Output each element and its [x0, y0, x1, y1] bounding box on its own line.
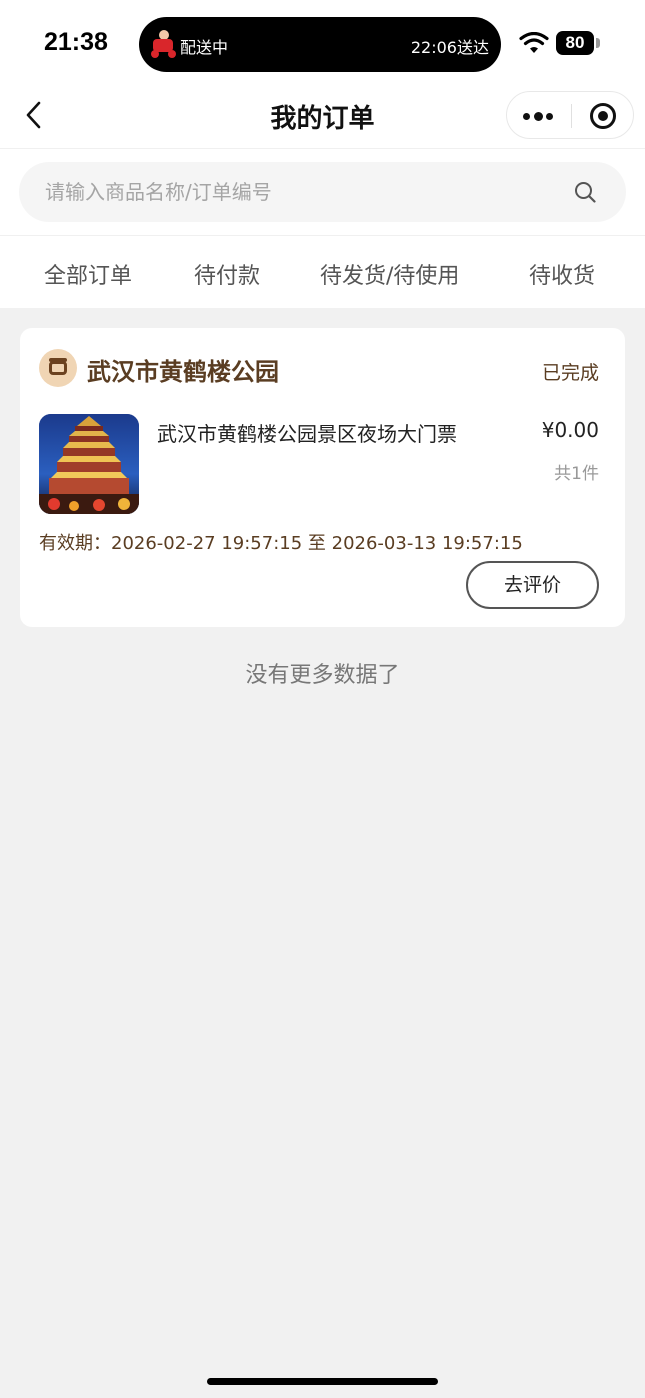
order-status-badge: 已完成	[541, 362, 599, 384]
product-thumbnail[interactable]	[39, 414, 139, 514]
order-card[interactable]: 武汉市黄鹤楼公园 已完成 武汉市黄鹤楼公园景区夜场大门票 ¥0.00 共1件 有…	[20, 328, 625, 627]
product-quantity: 共1件	[554, 464, 599, 484]
product-title[interactable]: 武汉市黄鹤楼公园景区夜场大门票	[157, 418, 457, 447]
delivery-eta-label: 22:06送达	[410, 38, 489, 57]
review-button[interactable]: 去评价	[466, 561, 599, 609]
live-activity-island[interactable]: 配送中 22:06送达	[139, 17, 501, 72]
no-more-data-text: 没有更多数据了	[245, 663, 400, 688]
tab-all-orders[interactable]: 全部订单	[44, 258, 132, 290]
status-bar: 21:38 配送中 22:06送达 80	[0, 0, 645, 86]
product-price: ¥0.00	[541, 418, 599, 442]
tab-pending-receipt[interactable]: 待收货	[529, 258, 595, 290]
validity-period: 有效期：2026-02-27 19:57:15 至 2026-03-13 19:…	[39, 533, 523, 554]
tab-pending-shipment[interactable]: 待发货/待使用	[320, 258, 459, 290]
shop-icon	[39, 349, 77, 387]
close-miniprogram-icon[interactable]	[590, 103, 616, 129]
tab-pending-payment[interactable]: 待付款	[194, 258, 260, 290]
status-time: 21:38	[44, 28, 108, 56]
search-input[interactable]	[45, 162, 565, 222]
search-section	[0, 148, 645, 236]
battery-cap	[596, 38, 600, 48]
delivery-rider-icon	[151, 30, 177, 58]
search-bar[interactable]	[19, 162, 626, 222]
yellow-crane-tower-image	[39, 414, 139, 514]
home-indicator[interactable]	[207, 1378, 438, 1385]
miniprogram-capsule	[506, 91, 634, 139]
more-options-icon[interactable]	[523, 106, 553, 126]
nav-bar: 我的订单	[0, 86, 645, 148]
order-tabs: 全部订单 待付款 待发货/待使用 待收货	[0, 236, 645, 308]
search-icon[interactable]	[574, 181, 596, 203]
wifi-icon	[519, 32, 549, 53]
capsule-divider	[571, 104, 572, 128]
delivery-status-label: 配送中	[180, 38, 229, 57]
shop-name[interactable]: 武汉市黄鹤楼公园	[87, 352, 279, 387]
battery-icon: 80	[556, 31, 594, 55]
